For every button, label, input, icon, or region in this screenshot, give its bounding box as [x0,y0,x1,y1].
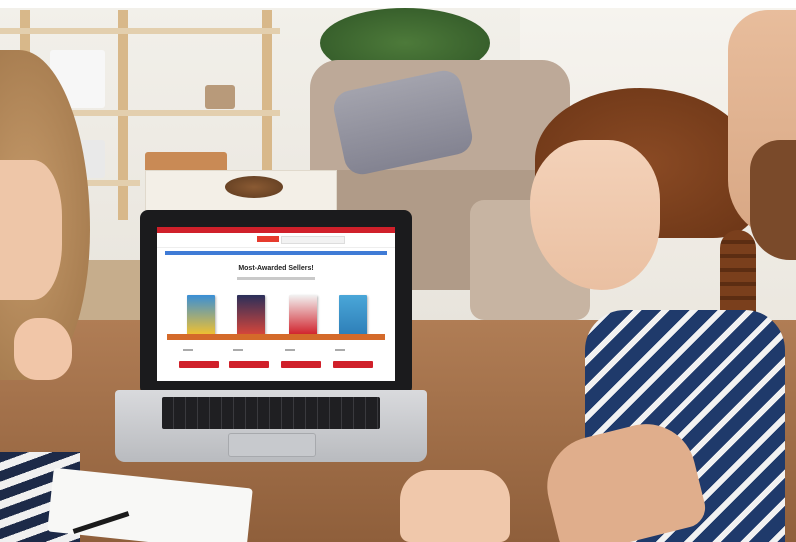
buy-button-1 [179,361,219,368]
book-cover-4 [339,295,367,335]
mother-hand [14,318,72,380]
top-border [0,0,796,8]
shelf-board-top [0,28,280,34]
book-price-4 [335,349,345,351]
book-price-1 [183,349,193,351]
book-display-shelf [167,334,385,340]
site-nav-bar [165,251,387,255]
buy-button-2 [229,361,269,368]
laptop-display: Most-Awarded Sellers! [157,227,395,381]
site-search-bar [281,236,345,244]
family-laptop-photo: Most-Awarded Sellers! [0,0,796,542]
laptop-keyboard [162,397,380,429]
book-cover-2 [237,295,265,335]
father-beard [750,140,796,260]
book-cover-3 [289,295,317,335]
book-price-2 [233,349,243,351]
site-heading: Most-Awarded Sellers! [238,265,314,272]
buy-button-3 [281,361,321,368]
shelf-post-right [262,10,272,170]
book-cover-1 [187,295,215,335]
laptop-trackpad [228,433,316,457]
buy-button-4 [333,361,373,368]
girl-hands [400,470,510,542]
site-logo [257,236,279,242]
shelf-decor-basket [205,85,235,109]
site-subheading [237,277,315,280]
mother-face [0,160,62,300]
bread-bowl [225,176,283,198]
book-price-3 [285,349,295,351]
